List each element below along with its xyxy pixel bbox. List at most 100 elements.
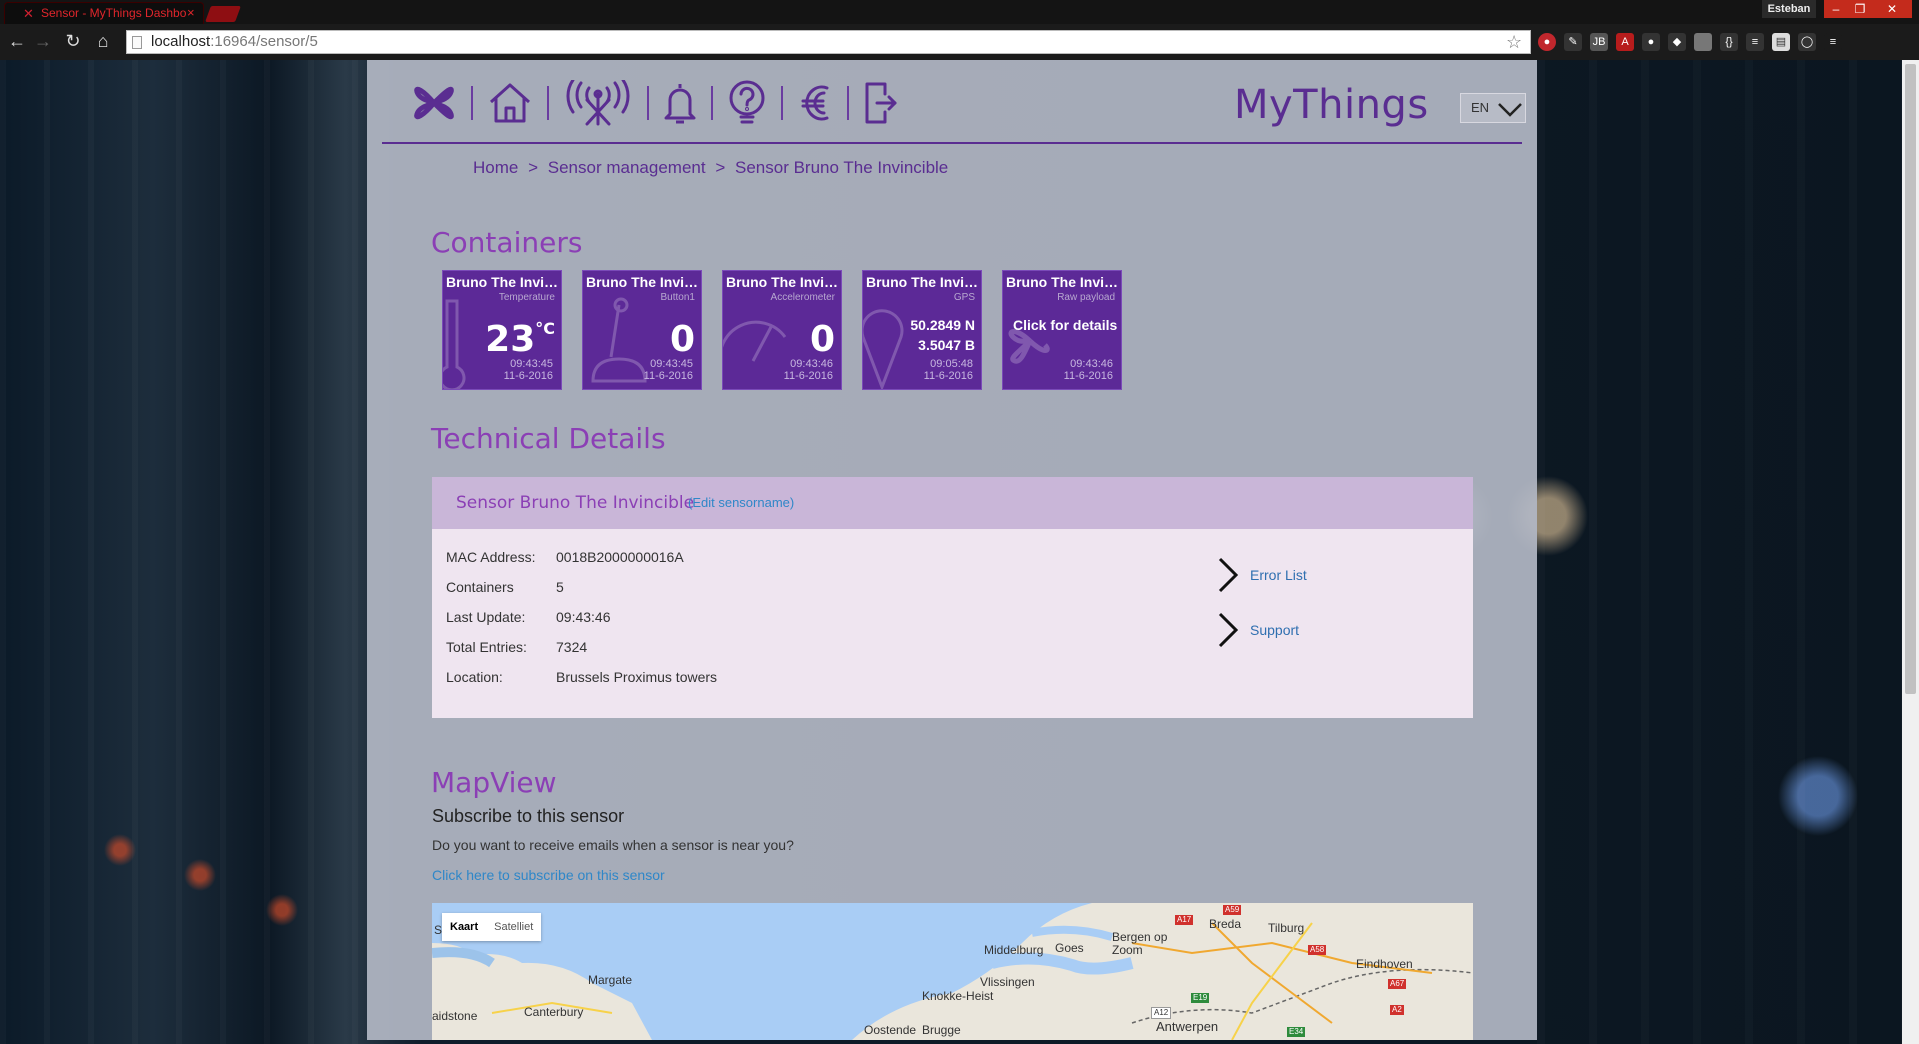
bookmark-star-icon[interactable]: ☆ <box>1506 30 1522 54</box>
joystick-icon <box>591 297 647 383</box>
language-select[interactable]: EN <box>1460 93 1526 123</box>
map-label: Middelburg <box>984 943 1044 957</box>
bell-icon[interactable] <box>663 76 697 130</box>
pen-icon[interactable]: ✎ <box>1564 33 1582 51</box>
tile-date: 11-6-2016 <box>783 370 833 382</box>
breadcrumb-separator: > <box>528 158 539 177</box>
road-badge: A67 <box>1388 979 1407 989</box>
tab-close-icon[interactable]: × <box>187 3 195 23</box>
support-label: Support <box>1250 622 1300 638</box>
back-icon[interactable]: ← <box>6 30 28 52</box>
tile-click-for-details[interactable]: Click for details <box>1013 317 1117 333</box>
breadcrumb-home[interactable]: Home <box>473 158 518 177</box>
tile-date: 11-6-2016 <box>643 370 693 382</box>
error-list-link[interactable]: Error List <box>1216 555 1307 595</box>
container-tile-temperature[interactable]: Bruno The Invincible Temperature 23°C 09… <box>442 270 562 390</box>
main-panel: MyThings EN Home > Sensor management > S… <box>367 60 1537 1040</box>
brackets-icon[interactable]: {} <box>1720 33 1738 51</box>
sensor-title: Sensor Bruno The Invincible <box>456 493 695 513</box>
jb-icon[interactable]: JB <box>1590 33 1608 51</box>
gray-ext-icon[interactable] <box>1694 33 1712 51</box>
tile-type: GPS <box>953 292 975 303</box>
thermometer-icon <box>443 299 466 389</box>
gps-longitude: 3.5047 B <box>918 337 975 353</box>
magnifier-icon[interactable]: ● <box>1642 33 1660 51</box>
close-window-icon[interactable]: ✕ <box>1872 0 1912 18</box>
detail-value: 7324 <box>556 639 588 655</box>
container-tile-raw-payload[interactable]: Bruno The Invincible Raw payload Click f… <box>1002 270 1122 390</box>
tile-sensor-name: Bruno The Invincible <box>1006 274 1120 290</box>
dropbox-icon[interactable]: ◆ <box>1668 33 1686 51</box>
browser-tab[interactable]: ✕ Sensor - MyThings Dashbo × <box>4 2 204 24</box>
temperature-unit: °C <box>535 319 555 338</box>
chevron-right-icon <box>1218 612 1239 648</box>
nav-divider <box>471 86 473 120</box>
address-bar[interactable]: localhost:16964/sensor/5 <box>126 30 1531 54</box>
road-badge: A2 <box>1390 1005 1404 1015</box>
containers-heading: Containers <box>431 226 583 259</box>
breadcrumb-separator: > <box>715 158 726 177</box>
logo-propeller-icon[interactable] <box>411 76 457 130</box>
main-nav <box>411 76 899 130</box>
reload-icon[interactable]: ↻ <box>62 30 84 52</box>
tile-timestamp: 09:43:46 11-6-2016 <box>784 358 833 382</box>
map-label: Brugge <box>922 1023 961 1037</box>
temperature-value: 23 <box>485 319 536 360</box>
tile-date: 11-6-2016 <box>923 370 973 382</box>
map-view[interactable]: Kaart Satelliet S Margate Canterbury aid… <box>432 903 1473 1040</box>
container-tile-accelerometer[interactable]: Bruno The Invincible Accelerometer 0 09:… <box>722 270 842 390</box>
minimize-icon[interactable]: – <box>1824 0 1848 18</box>
tile-value: 23°C <box>485 319 555 360</box>
gauge-icon <box>723 320 787 362</box>
scrollbar-thumb[interactable] <box>1905 64 1916 694</box>
home-nav-icon[interactable] <box>487 76 533 130</box>
tile-timestamp: 09:43:45 11-6-2016 <box>644 358 693 382</box>
maximize-icon[interactable]: ❐ <box>1848 0 1872 18</box>
breadcrumb-current: Sensor Bruno The Invincible <box>735 158 949 177</box>
road-badge: A12 <box>1151 1007 1172 1019</box>
breadcrumb: Home > Sensor management > Sensor Bruno … <box>473 158 948 178</box>
euro-icon[interactable] <box>797 76 833 130</box>
road-badge: A58 <box>1308 945 1327 955</box>
subscribe-link[interactable]: Click here to subscribe on this sensor <box>432 867 665 883</box>
technical-details-box: Sensor Bruno The Invincible (Edit sensor… <box>432 477 1473 718</box>
menu-icon[interactable]: ≡ <box>1824 33 1842 51</box>
map-type-map[interactable]: Kaart <box>442 913 486 941</box>
language-value: EN <box>1471 100 1490 115</box>
map-label: S <box>434 923 443 937</box>
home-icon[interactable]: ⌂ <box>92 30 114 52</box>
error-list-label: Error List <box>1250 567 1307 583</box>
tile-date: 11-6-2016 <box>503 370 553 382</box>
forward-icon[interactable]: → <box>32 30 54 52</box>
edit-sensorname-link[interactable]: (Edit sensorname) <box>688 495 794 510</box>
map-label: Knokke-Heist <box>922 989 994 1003</box>
browser-titlebar: ✕ Sensor - MyThings Dashbo × Esteban – ❐… <box>0 0 1919 24</box>
bulb-icon[interactable]: ◯ <box>1798 33 1816 51</box>
tile-value: 0 <box>809 319 835 360</box>
detail-label: Containers <box>446 579 514 595</box>
container-tiles: Bruno The Invincible Temperature 23°C 09… <box>442 270 1122 390</box>
document-icon[interactable]: ▤ <box>1772 33 1790 51</box>
breadcrumb-sensor-management[interactable]: Sensor management <box>548 158 706 177</box>
container-tile-button1[interactable]: Bruno The Invincible Button1 0 09:43:451… <box>582 270 702 390</box>
subscribe-question: Do you want to receive emails when a sen… <box>432 837 794 853</box>
map-label: Margate <box>588 973 633 987</box>
tile-date: 11-6-2016 <box>1063 370 1113 382</box>
adblock-icon[interactable]: ● <box>1538 33 1556 51</box>
tile-time: 09:43:46 <box>790 358 833 370</box>
logout-icon[interactable] <box>863 76 899 130</box>
pdf-icon[interactable]: A <box>1616 33 1634 51</box>
new-tab-button[interactable] <box>205 6 241 22</box>
sensor-antenna-icon[interactable] <box>563 76 633 130</box>
map-type-satellite[interactable]: Satelliet <box>486 913 541 941</box>
tile-sensor-name: Bruno The Invincible <box>866 274 980 290</box>
support-link[interactable]: Support <box>1216 610 1299 650</box>
tile-timestamp: 09:43:45 11-6-2016 <box>504 358 553 382</box>
profile-name[interactable]: Esteban <box>1762 0 1816 18</box>
container-tile-gps[interactable]: Bruno The Invincible GPS 50.2849 N 3.504… <box>862 270 982 390</box>
sliders-icon[interactable]: ≡ <box>1746 33 1764 51</box>
tile-type: Raw payload <box>1057 292 1115 303</box>
technical-details-header: Sensor Bruno The Invincible (Edit sensor… <box>432 477 1473 529</box>
help-bulb-icon[interactable] <box>727 76 767 130</box>
page-icon <box>132 36 142 49</box>
